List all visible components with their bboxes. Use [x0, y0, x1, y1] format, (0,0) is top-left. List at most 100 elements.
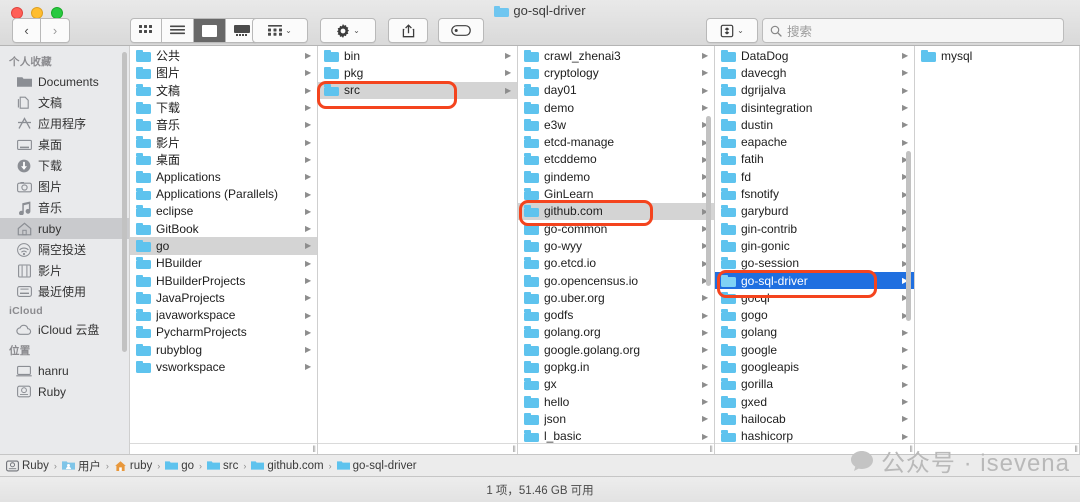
- file-row[interactable]: HBuilder ▶: [130, 255, 317, 272]
- sidebar-item-hanru[interactable]: hanru: [0, 360, 129, 381]
- file-row[interactable]: GitBook ▶: [130, 220, 317, 237]
- file-row[interactable]: etcddemo▶: [518, 151, 714, 168]
- breadcrumb-item[interactable]: go-sql-driver: [336, 460, 417, 472]
- file-row[interactable]: fd▶: [715, 168, 914, 185]
- sidebar-item-icloud[interactable]: iCloud 云盘: [0, 319, 129, 340]
- sidebar-item-documents[interactable]: Documents: [0, 71, 129, 92]
- file-row[interactable]: e3w▶: [518, 116, 714, 133]
- file-row[interactable]: gopkg.in ▶: [518, 358, 714, 375]
- file-row[interactable]: rubyblog ▶: [130, 341, 317, 358]
- file-row[interactable]: etcd-manage▶: [518, 133, 714, 150]
- file-row[interactable]: golang ▶: [715, 324, 914, 341]
- breadcrumb-item[interactable]: ruby: [114, 460, 152, 472]
- file-row[interactable]: javaworkspace ▶: [130, 306, 317, 323]
- file-row[interactable]: gorilla ▶: [715, 376, 914, 393]
- file-row[interactable]: gx ▶: [518, 376, 714, 393]
- file-row[interactable]: go-wyy▶: [518, 237, 714, 254]
- column-resize-handle[interactable]: ‖: [518, 443, 714, 454]
- file-row[interactable]: gindemo▶: [518, 168, 714, 185]
- sidebar-item-ruby[interactable]: Ruby: [0, 381, 129, 402]
- file-row[interactable]: hailocab ▶: [715, 410, 914, 427]
- file-row[interactable]: eclipse ▶: [130, 203, 317, 220]
- file-row[interactable]: disintegration ▶: [715, 99, 914, 116]
- file-row[interactable]: DataDog ▶: [715, 47, 914, 64]
- file-row[interactable]: 公共 ▶: [130, 47, 317, 64]
- column-resize-handle[interactable]: ‖: [130, 443, 317, 454]
- arrange-button[interactable]: ⌄: [252, 18, 308, 43]
- breadcrumb-item[interactable]: 用户: [61, 458, 101, 474]
- tag-button[interactable]: [438, 18, 484, 43]
- file-row[interactable]: cryptology ▶: [518, 64, 714, 81]
- breadcrumb-item[interactable]: Ruby: [6, 460, 49, 472]
- file-row[interactable]: JavaProjects ▶: [130, 289, 317, 306]
- file-row[interactable]: gin-gonic▶: [715, 237, 914, 254]
- file-row[interactable]: 下载 ▶: [130, 99, 317, 116]
- breadcrumb-item[interactable]: github.com: [251, 460, 324, 472]
- file-row[interactable]: go.uber.org ▶: [518, 289, 714, 306]
- file-row[interactable]: go.opencensus.io▶: [518, 272, 714, 289]
- file-row[interactable]: demo ▶: [518, 99, 714, 116]
- file-row[interactable]: 影片 ▶: [130, 133, 317, 150]
- file-row[interactable]: golang.org ▶: [518, 324, 714, 341]
- file-row[interactable]: gxed ▶: [715, 393, 914, 410]
- file-row[interactable]: google ▶: [715, 341, 914, 358]
- file-row[interactable]: gin-contrib▶: [715, 220, 914, 237]
- column-ruby-home[interactable]: 公共 ▶ 图片 ▶ 文稿 ▶ 下载 ▶ 音乐 ▶ 影片 ▶ 桌面 ▶ Applications ▶ Applic…: [130, 46, 318, 454]
- file-row[interactable]: davecgh ▶: [715, 64, 914, 81]
- sidebar-item-[interactable]: 最近使用: [0, 281, 129, 302]
- sidebar-item-[interactable]: 文稿: [0, 92, 129, 113]
- icon-view-button[interactable]: [130, 18, 162, 43]
- file-row[interactable]: go-sql-driver▶: [715, 271, 914, 290]
- sidebar-item-[interactable]: 影片: [0, 260, 129, 281]
- forward-button[interactable]: ›: [41, 18, 70, 43]
- sidebar-item-ruby[interactable]: ruby: [0, 218, 129, 239]
- dropbox-button[interactable]: ⌄: [706, 18, 758, 43]
- file-row[interactable]: fatih▶: [715, 151, 914, 168]
- sidebar-item-[interactable]: 下载: [0, 155, 129, 176]
- column-go-sql-driver[interactable]: mysql ‖: [915, 46, 1080, 454]
- file-row[interactable]: eapache ▶: [715, 133, 914, 150]
- file-row[interactable]: godfs ▶: [518, 306, 714, 323]
- file-row[interactable]: googleapis ▶: [715, 358, 914, 375]
- column-src[interactable]: crawl_zhenai3▶cryptology▶day01▶demo▶e3w▶…: [518, 46, 715, 454]
- column-resize-handle[interactable]: ‖: [318, 443, 517, 454]
- sidebar-item-[interactable]: 隔空投送: [0, 239, 129, 260]
- column-scrollbar[interactable]: [906, 151, 911, 321]
- breadcrumb-item[interactable]: src: [207, 460, 238, 472]
- file-row[interactable]: day01 ▶: [518, 82, 714, 99]
- file-row[interactable]: 桌面 ▶: [130, 151, 317, 168]
- column-view-button[interactable]: [194, 18, 226, 43]
- column-github-com[interactable]: DataDog ▶ davecgh ▶ dgrijalva ▶ disintegration…: [715, 46, 915, 454]
- search-field[interactable]: 搜索: [762, 18, 1064, 43]
- sidebar-item-[interactable]: 图片: [0, 176, 129, 197]
- file-row[interactable]: bin ▶: [318, 47, 517, 64]
- file-row[interactable]: github.com▶: [518, 202, 714, 220]
- action-menu-button[interactable]: ⌄: [320, 18, 376, 43]
- file-row[interactable]: src ▶: [318, 81, 517, 99]
- file-row[interactable]: hello ▶: [518, 393, 714, 410]
- file-row[interactable]: google.golang.org ▶: [518, 341, 714, 358]
- file-row[interactable]: json ▶: [518, 410, 714, 427]
- file-row[interactable]: go.etcd.io▶: [518, 255, 714, 272]
- file-row[interactable]: garyburd▶: [715, 203, 914, 220]
- file-row[interactable]: HBuilderProjects ▶: [130, 272, 317, 289]
- breadcrumb-item[interactable]: go: [165, 460, 194, 472]
- file-row[interactable]: pkg ▶: [318, 64, 517, 81]
- file-row[interactable]: mysql: [915, 47, 1079, 64]
- file-row[interactable]: hashicorp ▶: [715, 428, 914, 443]
- file-row[interactable]: GinLearn▶: [518, 185, 714, 202]
- sidebar[interactable]: 个人收藏 Documents 文稿 应用程序 桌面 下载 图片 音乐 ruby 隔空投送 影片 最近使…: [0, 46, 130, 454]
- file-row[interactable]: go ▶: [130, 237, 317, 255]
- file-row[interactable]: crawl_zhenai3 ▶: [518, 47, 714, 64]
- file-row[interactable]: go-session▶: [715, 255, 914, 272]
- file-row[interactable]: dgrijalva ▶: [715, 82, 914, 99]
- file-row[interactable]: gocql▶: [715, 289, 914, 306]
- sidebar-item-[interactable]: 应用程序: [0, 113, 129, 134]
- sidebar-item-[interactable]: 音乐: [0, 197, 129, 218]
- sidebar-scrollbar[interactable]: [122, 52, 127, 352]
- file-row[interactable]: Applications (Parallels) ▶: [130, 185, 317, 202]
- file-row[interactable]: fsnotify▶: [715, 185, 914, 202]
- list-view-button[interactable]: [162, 18, 194, 43]
- file-row[interactable]: dustin ▶: [715, 116, 914, 133]
- file-row[interactable]: 音乐 ▶: [130, 116, 317, 133]
